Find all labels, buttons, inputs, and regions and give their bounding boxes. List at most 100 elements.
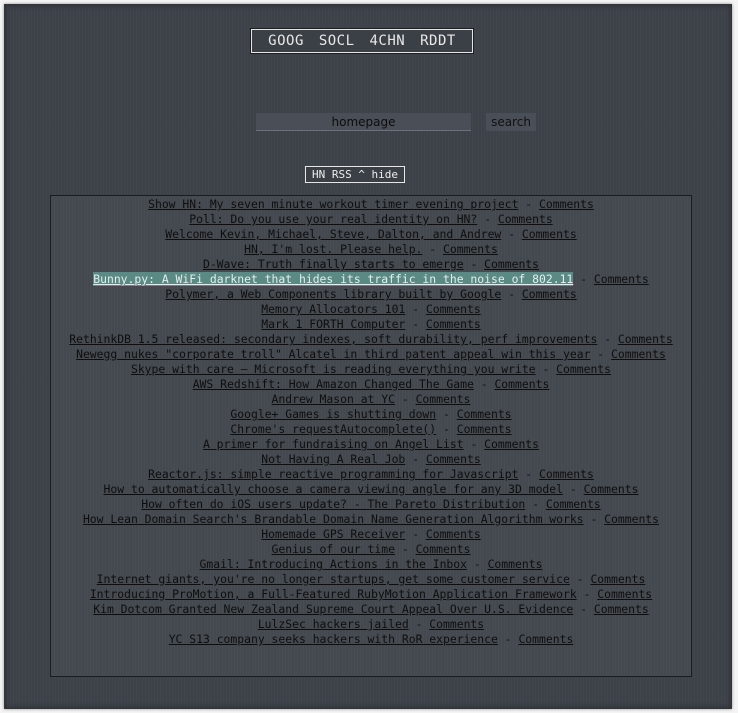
feed-item: Not Having A Real Job - Comments [51,452,691,467]
feed-item-separator: - [590,512,598,526]
feed-item-separator: - [473,557,481,571]
feed-item: How often do iOS users update? - The Par… [51,497,691,512]
feed-item-title-link[interactable]: Gmail: Introducing Actions in the Inbox [200,557,467,571]
feed-item-separator: - [401,392,409,406]
feed-item: How Lean Domain Search's Brandable Domai… [51,512,691,527]
feed-item-comments-link[interactable]: Comments [426,302,481,316]
feed-item-comments-link[interactable]: Comments [539,197,594,211]
feed-item-comments-link[interactable]: Comments [484,257,539,271]
feed-item-comments-link[interactable]: Comments [416,542,471,556]
feed-item: Internet giants, you're no longer startu… [51,572,691,587]
nav-link-goog[interactable]: GOOG [268,33,304,49]
feed-item-comments-link[interactable]: Comments [594,602,649,616]
feed-item-comments-link[interactable]: Comments [498,212,553,226]
feed-item-comments-link[interactable]: Comments [416,392,471,406]
feed-item-separator: - [580,272,588,286]
feed-item-separator: - [569,482,577,496]
feed-item-title-link[interactable]: Andrew Mason at YC [272,392,395,406]
feed-item-title-link[interactable]: AWS Redshift: How Amazon Changed The Gam… [193,377,474,391]
feed-item-separator: - [484,212,491,226]
feed-item-title-link[interactable]: D-Wave: Truth finally starts to emerge [203,257,464,271]
feed-item-comments-link[interactable]: Comments [488,557,543,571]
feed-item-title-link[interactable]: Kim Dotcom Granted New Zealand Supreme C… [93,602,573,616]
feed-item-comments-link[interactable]: Comments [539,467,594,481]
feed-item-title-link[interactable]: RethinkDB 1.5 released: secondary indexe… [69,332,597,346]
feed-item-title-link[interactable]: LulzSec hackers jailed [258,617,409,631]
feed-item-comments-link[interactable]: Comments [597,587,652,601]
page-frame: GOOG SOCL 4CHN RDDT search HN RSS ^ hide… [4,4,732,709]
feed-item-separator: - [532,497,540,511]
feed-item-comments-link[interactable]: Comments [457,407,512,421]
feed-item-title-link[interactable]: Skype with care – Microsoft is reading e… [131,362,536,376]
feed-item-separator: - [525,197,533,211]
feed-item-separator: - [429,242,437,256]
feed-item-separator: - [470,437,478,451]
feed-item-title-link[interactable]: Genius of our time [272,542,395,556]
feed-item-title-link[interactable]: Poll: Do you use your real identity on H… [189,212,477,226]
feed-item-title-link[interactable]: YC S13 company seeks hackers with RoR ex… [169,632,498,646]
feed-item-comments-link[interactable]: Comments [522,227,577,241]
hn-feed-list: Show HN: My seven minute workout timer e… [51,197,691,647]
feed-item: Introducing ProMotion, a Full-Featured R… [51,587,691,602]
feed-item-comments-link[interactable]: Comments [426,452,481,466]
feed-item: AWS Redshift: How Amazon Changed The Gam… [51,377,691,392]
feed-item-title-link[interactable]: HN, I'm lost. Please help. [244,242,422,256]
feed-item-separator: - [412,452,419,466]
feed-item-comments-link[interactable]: Comments [556,362,611,376]
feed-item: LulzSec hackers jailed - Comments [51,617,691,632]
feed-item: Newegg nukes "corporate troll" Alcatel i… [51,347,691,362]
feed-item-title-link[interactable]: Show HN: My seven minute workout timer e… [148,197,518,211]
feed-item-title-link[interactable]: Memory Allocators 101 [261,302,405,316]
feed-item-separator: - [508,227,515,241]
feed-item-comments-link[interactable]: Comments [426,527,481,541]
feed-item-title-link[interactable]: Introducing ProMotion, a Full-Featured R… [90,587,577,601]
feed-item-comments-link[interactable]: Comments [443,242,498,256]
feed-item-title-link[interactable]: Mark 1 FORTH Computer [261,317,405,331]
feed-item-comments-link[interactable]: Comments [594,272,649,286]
feed-item-title-link[interactable]: Bunny.py: A WiFi darknet that hides its … [93,272,574,286]
feed-item: Poll: Do you use your real identity on H… [51,212,691,227]
feed-item-separator: - [401,542,409,556]
feed-item-title-link[interactable]: Reactor.js: simple reactive programming … [148,467,518,481]
feed-item-comments-link[interactable]: Comments [611,347,666,361]
search-button[interactable]: search [486,113,536,131]
feed-item-title-link[interactable]: How to automatically choose a camera vie… [104,482,563,496]
feed-item-comments-link[interactable]: Comments [484,437,539,451]
feed-item-title-link[interactable]: Internet giants, you're no longer startu… [97,572,570,586]
search-input[interactable] [256,113,471,131]
feed-item-title-link[interactable]: Google+ Games is shutting down [230,407,436,421]
feed-item-comments-link[interactable]: Comments [590,572,645,586]
feed-item-title-link[interactable]: How Lean Domain Search's Brandable Domai… [83,512,584,526]
feed-item-separator: - [604,332,612,346]
feed-item: How to automatically choose a camera vie… [51,482,691,497]
feed-item-comments-link[interactable]: Comments [584,482,639,496]
feed-item-title-link[interactable]: A primer for fundraising on Angel List [203,437,464,451]
feed-item-separator: - [480,377,488,391]
feed-item-separator: - [470,257,478,271]
nav-link-rddt[interactable]: RDDT [420,33,456,49]
feed-item-comments-link[interactable]: Comments [426,317,481,331]
feed-item: Reactor.js: simple reactive programming … [51,467,691,482]
feed-toggle-button[interactable]: HN RSS ^ hide [305,166,405,183]
feed-item-title-link[interactable]: Homemade GPS Receiver [261,527,405,541]
feed-item-title-link[interactable]: Welcome Kevin, Michael, Steve, Dalton, a… [165,227,501,241]
feed-item-comments-link[interactable]: Comments [604,512,659,526]
feed-item-title-link[interactable]: Not Having A Real Job [261,452,405,466]
feed-item: Kim Dotcom Granted New Zealand Supreme C… [51,602,691,617]
feed-item-separator: - [504,632,512,646]
nav-link-4chn[interactable]: 4CHN [369,33,405,49]
feed-item-comments-link[interactable]: Comments [518,632,573,646]
feed-item-comments-link[interactable]: Comments [546,497,601,511]
feed-item-comments-link[interactable]: Comments [618,332,673,346]
feed-item-comments-link[interactable]: Comments [522,287,577,301]
feed-item-title-link[interactable]: Newegg nukes "corporate troll" Alcatel i… [76,347,590,361]
feed-item-title-link[interactable]: How often do iOS users update? - The Par… [141,497,525,511]
feed-item-title-link[interactable]: Polymer, a Web Components library built … [165,287,501,301]
feed-item-comments-link[interactable]: Comments [429,617,484,631]
top-nav: GOOG SOCL 4CHN RDDT [250,28,474,54]
feed-item: Genius of our time - Comments [51,542,691,557]
nav-link-socl[interactable]: SOCL [319,33,355,49]
feed-item-comments-link[interactable]: Comments [457,422,512,436]
feed-item-title-link[interactable]: Chrome's requestAutocomplete() [230,422,436,436]
feed-item-comments-link[interactable]: Comments [494,377,549,391]
